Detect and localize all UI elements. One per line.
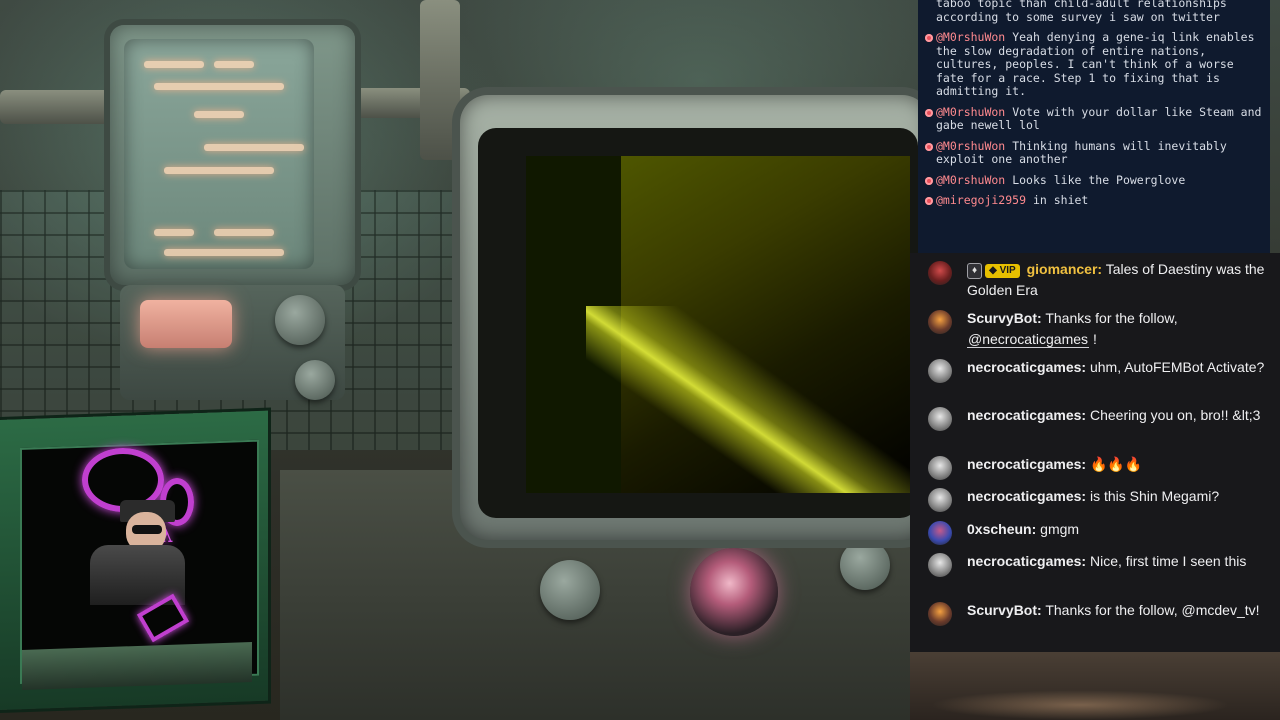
background-pink-orb (690, 548, 778, 636)
retro-chat-message: @M0rshuWon Yeah denying a gene-iq link e… (918, 30, 1270, 99)
user-avatar[interactable] (928, 602, 952, 626)
retro-chat-user: @M0rshuWon (936, 104, 1006, 119)
chat-bullet-icon (925, 176, 933, 185)
chat-text: Thanks for the follow, (1045, 310, 1178, 326)
chat-text: Nice, first time I seen this (1089, 553, 1247, 569)
chat-message-body: ♦ ◆ VIP giomancer: Tales of Daestiny was … (967, 261, 1265, 298)
retro-chat-message: @M0rshuWon Vote with your dollar like St… (918, 104, 1270, 133)
background-pipe (420, 0, 460, 160)
chat-message-body: necrocaticgames: is this Shin Megami? (967, 488, 1220, 504)
chat-text: uhm, AutoFEMBot Activate? (1089, 359, 1265, 375)
chat-username[interactable]: giomancer (1027, 261, 1098, 277)
game-light-beam (586, 306, 910, 493)
chat-username[interactable]: ScurvyBot (967, 602, 1037, 618)
background-device (110, 25, 355, 285)
user-avatar[interactable] (928, 521, 952, 545)
retro-chat-text: in shiet (1032, 193, 1089, 207)
chat-bullet-icon (925, 142, 933, 151)
background-knob (295, 360, 335, 400)
retro-chat-overlay: taboo topic than child-adult relationshi… (918, 0, 1270, 253)
chat-text: 🔥🔥🔥 (1089, 456, 1143, 472)
chat-message-body: ScurvyBot: Thanks for the follow, @mcdev… (967, 602, 1260, 618)
retro-chat-user: @M0rshuWon (936, 138, 1006, 153)
bits-badge-icon[interactable]: ♦ (967, 263, 983, 279)
retro-chat-user: @M0rshuWon (936, 172, 1006, 187)
retro-chat-fragment: taboo topic than child-adult relationshi… (936, 0, 1227, 24)
chat-username[interactable]: necrocaticgames (967, 359, 1081, 375)
game-capture (526, 156, 910, 493)
user-avatar[interactable] (928, 407, 952, 431)
chat-text: Thanks for the follow, @mcdev_tv! (1045, 602, 1260, 618)
retro-chat-text: Looks like the Powerglove (1012, 172, 1186, 187)
avatar-sunglasses (132, 525, 162, 534)
user-avatar[interactable] (928, 359, 952, 383)
background-pink-button (140, 300, 232, 348)
chat-message-body: 0xscheun: gmgm (967, 521, 1080, 537)
chat-bullet-icon (925, 197, 933, 205)
user-avatar[interactable] (928, 310, 952, 334)
chat-username[interactable]: 0xscheun (967, 521, 1032, 537)
background-bottom-glow (930, 690, 1230, 720)
chat-text: is this Shin Megami? (1089, 488, 1220, 504)
chat-bullet-icon (925, 34, 933, 42)
retro-chat-message: @M0rshuWon Thinking humans will inevitab… (918, 138, 1270, 167)
retro-chat-user: @M0rshuWon (936, 30, 1006, 44)
user-avatar[interactable] (928, 261, 952, 285)
chat-bullet-icon (925, 108, 933, 117)
chat-message-body: necrocaticgames: 🔥🔥🔥 (967, 456, 1143, 472)
chat-username[interactable]: necrocaticgames (967, 488, 1081, 504)
chat-username[interactable]: necrocaticgames (967, 456, 1081, 472)
chat-message-body: necrocaticgames: uhm, AutoFEMBot Activat… (967, 359, 1265, 375)
chat-message-body: ScurvyBot: Thanks for the follow, @necro… (967, 310, 1178, 348)
chat-username[interactable]: necrocaticgames (967, 553, 1081, 569)
webcam-control-bar (22, 641, 252, 690)
background-knob (275, 295, 325, 345)
stream-chat: ♦ ◆ VIP giomancer: Tales of Daestiny was … (910, 253, 1280, 652)
retro-chat-message: @miregoji2959 in shiet (918, 193, 1270, 208)
chat-text: ! (1092, 330, 1097, 347)
background-knob (840, 540, 890, 590)
background-device-screen (124, 39, 314, 269)
vip-badge[interactable]: ◆ VIP (985, 264, 1020, 278)
user-avatar[interactable] (928, 488, 952, 512)
chat-text: gmgm (1040, 521, 1080, 537)
user-avatar[interactable] (928, 553, 952, 577)
chat-username[interactable]: necrocaticgames (967, 407, 1081, 423)
background-knob (540, 560, 600, 620)
chat-username[interactable]: ScurvyBot (967, 310, 1037, 326)
chat-message-body: necrocaticgames: Cheering you on, bro!! … (967, 407, 1261, 423)
chat-message-body: necrocaticgames: Nice, first time I seen… (967, 553, 1247, 569)
chat-mention[interactable]: @necrocaticgames (967, 330, 1090, 348)
chat-text: Cheering you on, bro!! &lt;3 (1089, 407, 1261, 423)
background-pipe (0, 90, 120, 124)
user-avatar[interactable] (928, 456, 952, 480)
retro-chat-message: @M0rshuWon Looks like the Powerglove (918, 172, 1270, 188)
retro-chat-user: @miregoji2959 (936, 193, 1027, 207)
